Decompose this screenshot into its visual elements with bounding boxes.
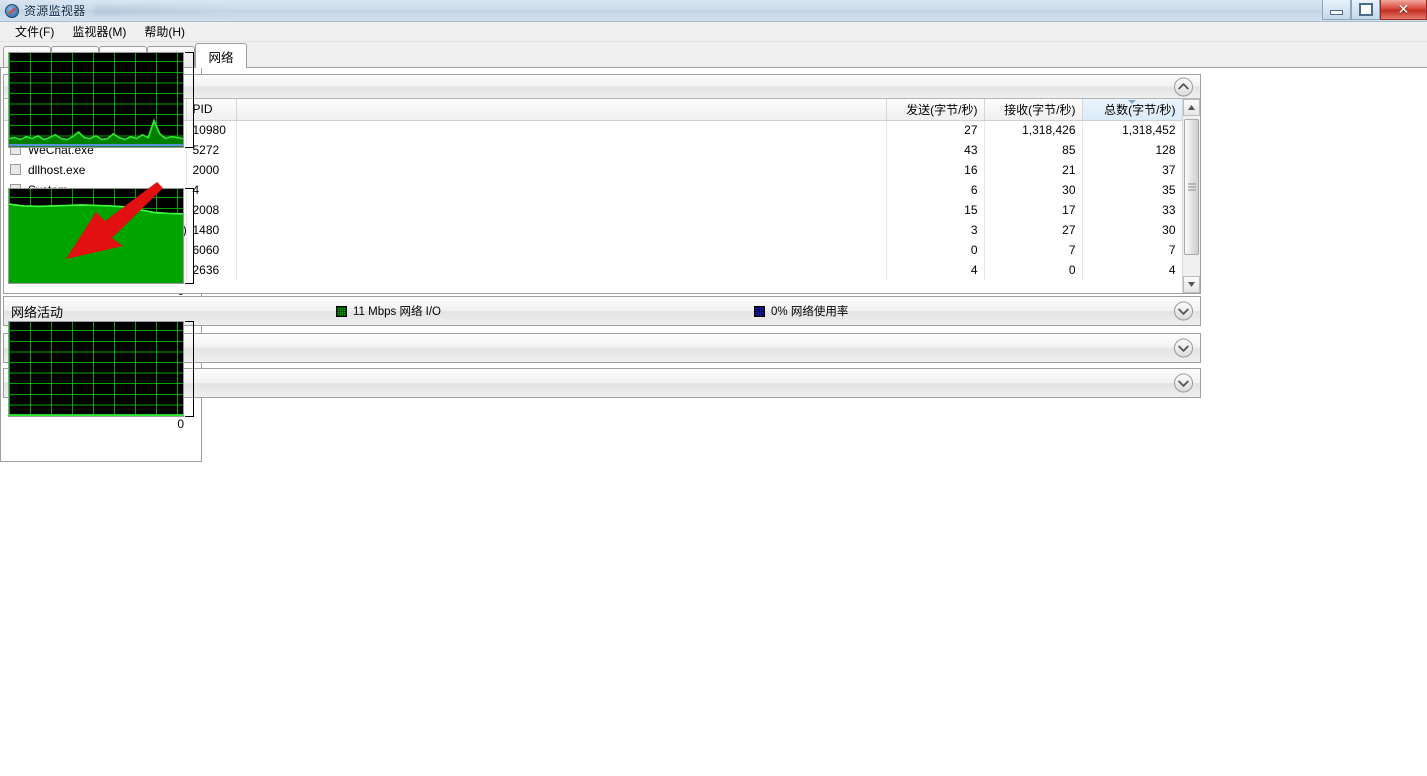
chevron-up-icon[interactable] [1174, 77, 1193, 96]
graph-network-canvas [8, 52, 184, 148]
cell-total: 1,318,452 [1082, 120, 1183, 140]
window-controls: ✕ [1322, 0, 1427, 21]
graphs-sidebar: 视图 网络 100 Mbps [0, 0, 202, 462]
cell-received: 1,318,426 [984, 120, 1083, 140]
window-title: 资源监视器 [24, 4, 86, 18]
cell-total: 35 [1082, 180, 1183, 200]
menu-help[interactable]: 帮助(H) [135, 21, 194, 42]
cell-sent: 3 [886, 220, 985, 240]
tab-network[interactable]: 网络 [195, 43, 247, 68]
legend-network-utilization: 0% 网络使用率 [754, 303, 848, 319]
close-icon: ✕ [1397, 1, 1410, 17]
cell-spacer [236, 220, 887, 240]
cell-received: 27 [984, 220, 1083, 240]
maximize-button[interactable] [1351, 0, 1380, 20]
cell-pid: 2000 [186, 160, 237, 180]
title-bar: 资源监视器 ✕ [0, 0, 1427, 22]
scrollbar-thumb[interactable] [1184, 119, 1199, 255]
cell-spacer [236, 260, 887, 280]
column-header-total[interactable]: 总数(字节/秒) [1081, 99, 1183, 121]
cell-received: 30 [984, 180, 1083, 200]
cell-received: 0 [984, 260, 1083, 280]
cell-received: 85 [984, 140, 1083, 160]
legend-swatch-green-icon [336, 305, 347, 317]
cell-total: 4 [1082, 260, 1183, 280]
cell-received: 17 [984, 200, 1083, 220]
legend-label: 0% 网络使用率 [771, 306, 849, 318]
cell-image: dllhost.exe [4, 160, 187, 180]
cell-total: 128 [1082, 140, 1183, 160]
cell-sent: 16 [886, 160, 985, 180]
graph-tcp-axis-ticks [185, 188, 194, 284]
scroll-up-arrow-icon[interactable] [1183, 99, 1200, 116]
cell-received: 7 [984, 240, 1083, 260]
column-header-spacer[interactable] [236, 99, 887, 121]
minimize-button[interactable] [1322, 0, 1351, 20]
cell-total: 7 [1082, 240, 1183, 260]
column-header-received[interactable]: 接收(字节/秒) [984, 99, 1083, 121]
row-checkbox[interactable] [10, 164, 21, 175]
legend-swatch-blue-icon [754, 305, 765, 317]
resource-monitor-icon [5, 3, 19, 18]
graph-network-axis-ticks [185, 52, 194, 148]
cell-sent: 6 [886, 180, 985, 200]
graph-local-footer: 0 [8, 417, 194, 431]
process-table-scrollbar[interactable] [1182, 99, 1200, 293]
cell-spacer [236, 240, 887, 260]
graph-local-canvas [8, 321, 184, 417]
cell-spacer [236, 120, 887, 140]
cell-sent: 27 [886, 120, 985, 140]
menu-monitor[interactable]: 监视器(M) [63, 21, 135, 42]
graph-min-label: 0 [177, 417, 184, 431]
menu-bar: 文件(F) 监视器(M) 帮助(H) [0, 22, 1427, 42]
scrollbar-grip-icon [1187, 183, 1196, 191]
graph-tcp-canvas [8, 188, 184, 284]
cell-sent: 43 [886, 140, 985, 160]
chevron-down-icon[interactable] [1174, 373, 1193, 393]
menu-file[interactable]: 文件(F) [6, 21, 63, 42]
cell-spacer [236, 200, 887, 220]
resource-monitor-window: 资源监视器 ✕ 文件(F) 监视器(M) 帮助(H) 概述 CPU 内存 磁盘 … [0, 0, 1427, 776]
sort-descending-icon [1128, 100, 1136, 104]
cell-sent: 0 [886, 240, 985, 260]
column-header-sent[interactable]: 发送(字节/秒) [886, 99, 985, 121]
graph-local-axis-ticks [185, 321, 194, 417]
cell-sent: 4 [886, 260, 985, 280]
table-row[interactable]: dllhost.exe 2000 16 21 37 [4, 160, 1183, 180]
cell-received: 21 [984, 160, 1083, 180]
cell-total: 37 [1082, 160, 1183, 180]
tab-strip: 概述 CPU 内存 磁盘 网络 [0, 42, 1427, 68]
scroll-down-arrow-icon[interactable] [1183, 276, 1200, 293]
cell-spacer [236, 160, 887, 180]
cell-total: 30 [1082, 220, 1183, 240]
cell-total: 33 [1082, 200, 1183, 220]
cell-spacer [236, 140, 887, 160]
chevron-down-icon[interactable] [1174, 301, 1193, 321]
close-button[interactable]: ✕ [1380, 0, 1427, 20]
chevron-down-icon[interactable] [1174, 338, 1193, 358]
column-header-label: 总数(字节/秒) [1104, 102, 1176, 117]
section-title: 网络活动 [11, 304, 64, 320]
cell-spacer [236, 180, 887, 200]
process-image-name: dllhost.exe [28, 163, 86, 177]
legend-label: 11 Mbps 网络 I/O [353, 306, 441, 318]
cell-sent: 15 [886, 200, 985, 220]
title-blur-artifact [93, 6, 234, 15]
legend-network-io: 11 Mbps 网络 I/O [336, 303, 441, 319]
